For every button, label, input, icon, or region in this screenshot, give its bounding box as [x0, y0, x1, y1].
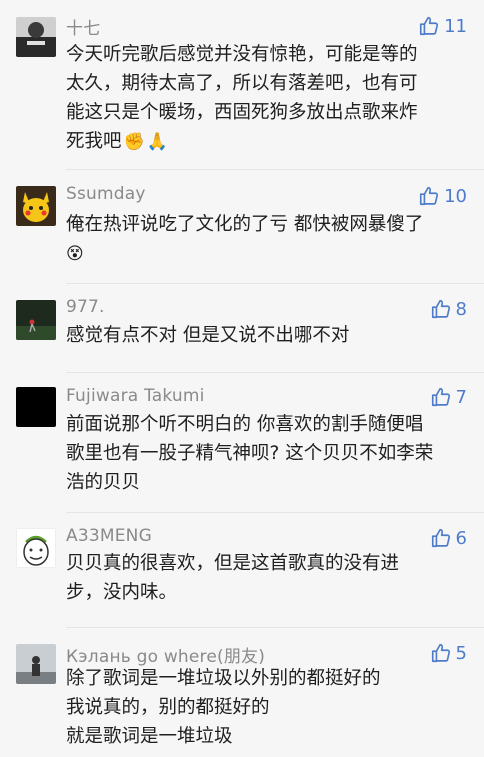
- comment-item: Кэлань go where(朋友) 5 除了歌词是一堆垃圾以外别的都挺好的 …: [0, 628, 484, 757]
- avatar[interactable]: [16, 186, 56, 226]
- comment-line: 前面说那个听不明白的 你喜欢的割手随便唱: [66, 414, 424, 435]
- fist-emoji: ✊: [123, 132, 145, 152]
- thumbs-up-icon: [431, 643, 450, 663]
- username[interactable]: Ssumday: [66, 184, 146, 204]
- username[interactable]: 十七: [66, 14, 100, 39]
- like-count: 5: [455, 642, 467, 664]
- username[interactable]: 977.: [66, 297, 105, 317]
- comment-line: 步，没内味。: [66, 582, 178, 603]
- comment-item: Fujiwara Takumi 7 前面说那个听不明白的 你喜欢的割手随便唱 歌…: [0, 373, 484, 513]
- comment-line-last: 死我吧 ✊ 🙏: [66, 131, 168, 152]
- thumbs-up-icon: [431, 387, 450, 407]
- like-count: 8: [455, 298, 467, 320]
- comment-item: 977. 8 感觉有点不对 但是又说不出哪不对: [0, 285, 484, 373]
- like-button[interactable]: 10: [418, 185, 467, 207]
- comment-item: Ssumday 10 俺在热评说吃了文化的了亏 都快被网暴傻了 😵: [0, 170, 484, 285]
- avatar[interactable]: [16, 528, 56, 568]
- thumbs-up-icon: [420, 16, 439, 36]
- like-button[interactable]: 6: [430, 527, 467, 549]
- avatar[interactable]: [16, 644, 56, 684]
- comment-line: 今天听完歌后感觉并没有惊艳，可能是等的: [66, 44, 418, 65]
- like-count: 7: [455, 386, 467, 408]
- like-button[interactable]: 7: [430, 386, 467, 408]
- avatar[interactable]: [16, 387, 56, 427]
- thumbs-up-icon: [420, 186, 439, 206]
- comment-text: 感觉有点不对 但是又说不出哪不对: [66, 321, 466, 350]
- comment-item: A33MENG 6 贝贝真的很喜欢，但是这首歌真的没有进 步，没内味。: [0, 513, 484, 628]
- like-button[interactable]: 5: [430, 642, 467, 664]
- username[interactable]: A33MENG: [66, 526, 152, 546]
- comment-line: 感觉有点不对 但是又说不出哪不对: [66, 325, 350, 346]
- comment-line: 贝贝真的很喜欢，但是这首歌真的没有进: [66, 553, 400, 574]
- dizzy-face-emoji: 😵: [66, 244, 84, 264]
- comment-item: 十七 11 今天听完歌后感觉并没有惊艳，可能是等的 太久，期待太高了，所以有落差…: [0, 0, 484, 170]
- comment-line: 俺在热评说吃了文化的了亏 都快被网暴傻了: [66, 214, 424, 235]
- like-count: 11: [444, 15, 467, 37]
- like-button[interactable]: 11: [418, 15, 467, 37]
- comment-text: 贝贝真的很喜欢，但是这首歌真的没有进 步，没内味。: [66, 549, 466, 607]
- comment-text: 俺在热评说吃了文化的了亏 都快被网暴傻了 😵: [66, 210, 466, 269]
- divider: [66, 283, 484, 284]
- comment-line: 能这只是个暖场，西固死狗多放出点歌来炸: [66, 102, 418, 123]
- comment-line: 就是歌词是一堆垃圾: [66, 726, 233, 747]
- comment-text: 除了歌词是一堆垃圾以外别的都挺好的 我说真的，别的都挺好的 就是歌词是一堆垃圾: [66, 664, 466, 751]
- thumbs-up-icon: [431, 299, 450, 319]
- comment-text: 今天听完歌后感觉并没有惊艳，可能是等的 太久，期待太高了，所以有落差吧，也有可 …: [66, 40, 466, 157]
- comment-line: 浩的贝贝: [66, 472, 141, 493]
- comment-line: 歌里也有一股子精气神呗? 这个贝贝不如李荣: [66, 443, 434, 464]
- like-button[interactable]: 8: [430, 298, 467, 320]
- thumbs-up-icon: [431, 528, 450, 548]
- comment-line: 太久，期待太高了，所以有落差吧，也有可: [66, 73, 418, 94]
- comment-line: 我说真的，别的都挺好的: [66, 697, 270, 718]
- like-count: 6: [455, 527, 467, 549]
- pray-emoji: 🙏: [146, 132, 168, 152]
- username[interactable]: Fujiwara Takumi: [66, 386, 205, 406]
- comment-line: 除了歌词是一堆垃圾以外别的都挺好的: [66, 668, 381, 689]
- comment-text: 前面说那个听不明白的 你喜欢的割手随便唱 歌里也有一股子精气神呗? 这个贝贝不如…: [66, 410, 466, 497]
- avatar[interactable]: [16, 17, 56, 57]
- like-count: 10: [444, 185, 467, 207]
- avatar[interactable]: [16, 300, 56, 340]
- comment-line-last: 😵: [66, 239, 466, 269]
